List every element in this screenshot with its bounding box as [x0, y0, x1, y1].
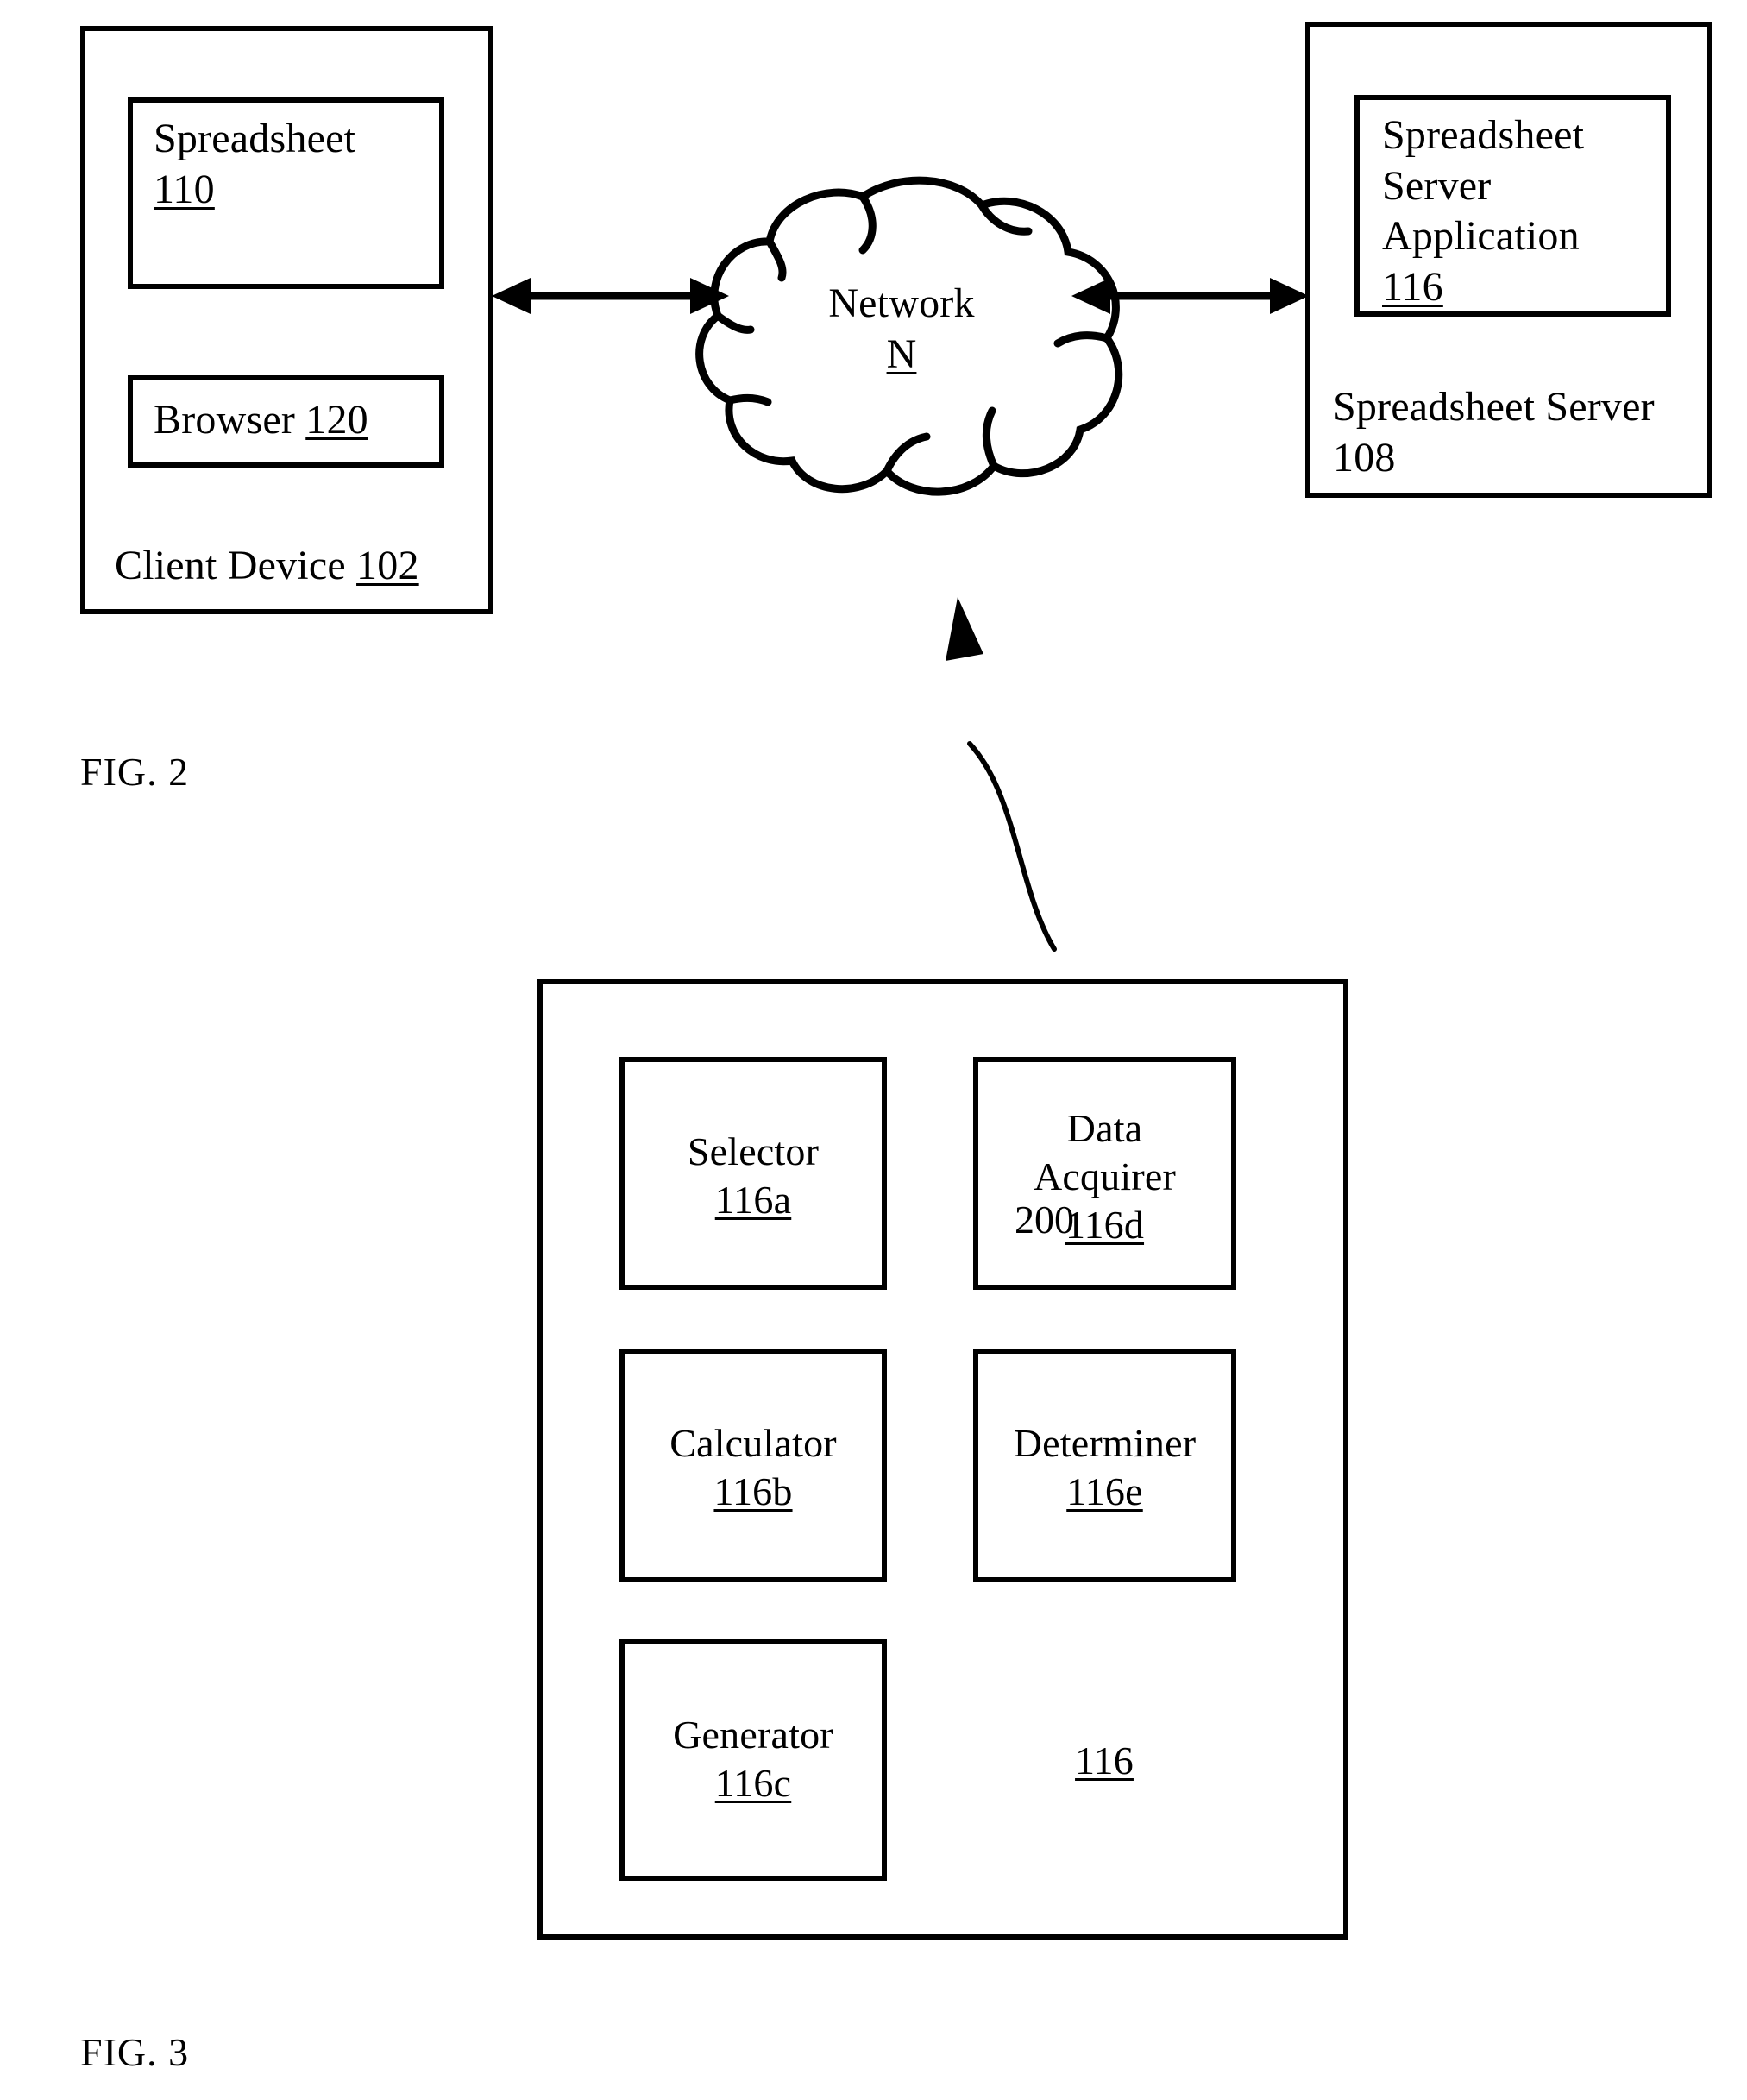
generator-module-ref: 116c [714, 1761, 792, 1806]
server-application-label: Spreadsheet Server Application 116 [1382, 112, 1585, 310]
spreadsheet-server-label: Spreadsheet Server 108 [1333, 384, 1655, 481]
network-cloud-scallop-3 [765, 237, 787, 282]
network-cloud-scallop-4 [713, 311, 755, 334]
browser-module-ref: 120 [305, 397, 368, 443]
figure-3-label: FIG. 3 [80, 2030, 190, 2074]
figure-2-label: FIG. 2 [80, 750, 190, 794]
client-network-arrow-head-right [690, 278, 729, 314]
network-cloud-scallop-5 [726, 393, 772, 406]
spreadsheet-module-label: Spreadsheet 110 [154, 116, 356, 212]
patent-figure-page: Spreadsheet 110 Browser 120 Client Device… [0, 0, 1747, 2100]
server-application-ref: 116 [1382, 263, 1443, 310]
network-cloud-scallop-1 [858, 192, 877, 255]
calculator-module-label: Calculator 116b [669, 1421, 837, 1514]
network-cloud-scallop-8 [1053, 331, 1111, 348]
container-116-ref: 116 [1075, 1738, 1134, 1782]
system-200-lead-line [967, 741, 1057, 952]
browser-module-label: Browser 120 [154, 397, 368, 443]
selector-module-ref: 116a [714, 1178, 792, 1223]
determiner-module-label: Determiner 116e [1013, 1421, 1197, 1514]
network-cloud-scallop-6 [883, 432, 931, 475]
network-ref: N [886, 330, 917, 377]
spreadsheet-module-ref: 110 [154, 166, 215, 212]
network-cloud-label: Network N [828, 280, 975, 377]
data-acquirer-module-ref: 116d [1065, 1203, 1145, 1248]
data-acquirer-module-label: Data Acquirer 116d [1033, 1106, 1177, 1248]
calculator-module-ref: 116b [713, 1469, 793, 1514]
generator-module-label: Generator 116c [673, 1713, 833, 1806]
spreadsheet-server-ref: 108 [1333, 434, 1396, 481]
client-network-arrow-head-left [492, 278, 531, 314]
network-server-arrow-head-right [1270, 278, 1309, 314]
network-cloud-scallop-2 [977, 201, 1033, 236]
client-device-ref: 102 [356, 543, 419, 588]
network-server-arrow-head-left [1071, 278, 1110, 314]
determiner-module-ref: 116e [1066, 1469, 1143, 1514]
network-cloud-scallop-7 [982, 406, 998, 470]
system-200-lead-arrow-head [946, 597, 983, 661]
client-device-label: Client Device 102 [115, 543, 419, 588]
selector-module-label: Selector 116a [687, 1129, 820, 1223]
